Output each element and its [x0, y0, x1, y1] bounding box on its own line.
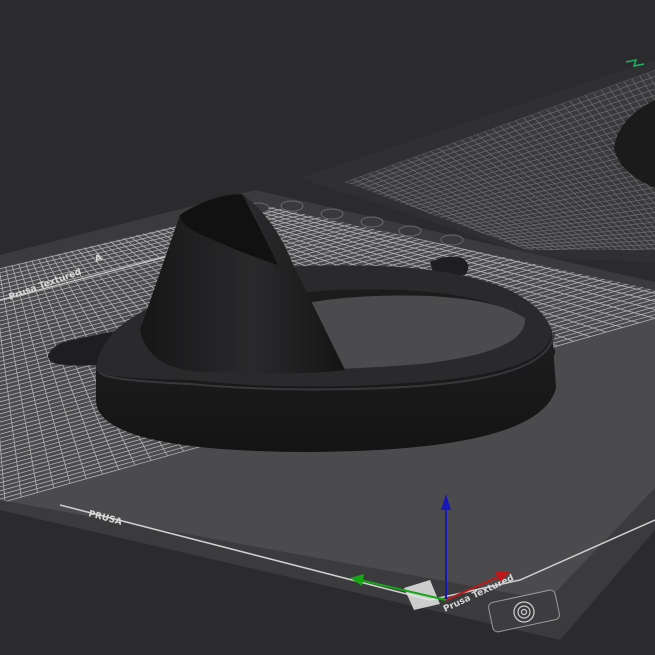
plate-icon-5[interactable] [440, 234, 464, 246]
scene-canvas[interactable]: Prusa Textured Prusa Textured PRUSA A [0, 0, 655, 655]
plate-icon-3[interactable] [360, 216, 384, 228]
plate-icon-4[interactable] [398, 225, 422, 237]
plate-icon-1[interactable] [280, 200, 304, 212]
3d-viewport[interactable]: Prusa Textured Prusa Textured PRUSA A [0, 0, 655, 655]
plate-icon-2[interactable] [320, 208, 344, 220]
view-indicator-icon [625, 59, 645, 67]
